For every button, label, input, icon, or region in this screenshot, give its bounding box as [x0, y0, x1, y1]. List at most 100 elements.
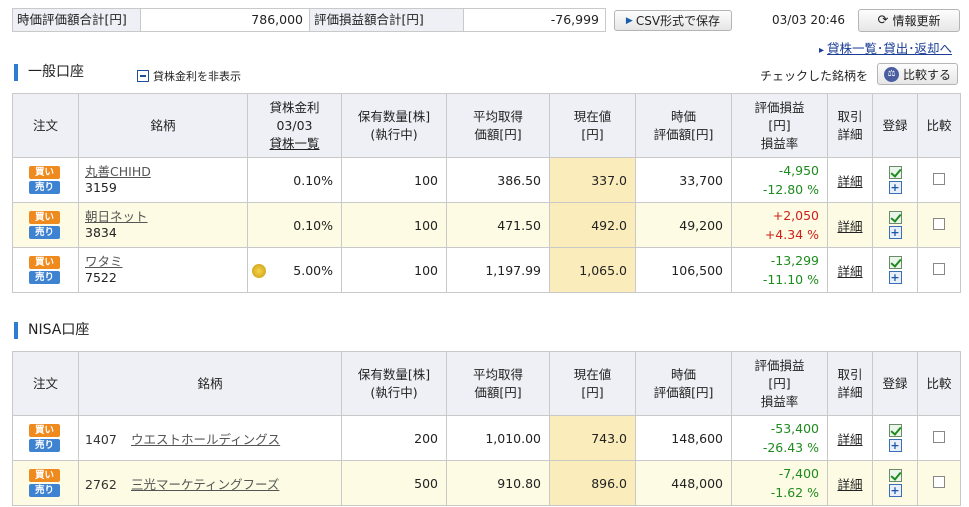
sell-button[interactable]: 売り	[29, 439, 60, 452]
table-row: 買い 売り 朝日ネット 3834 0.10% 100 471.50 492.0 …	[12, 202, 961, 248]
header-qty-line2: (執行中)	[370, 384, 418, 400]
registered-check-icon[interactable]	[888, 469, 902, 482]
header-pl-line3: 損益率	[760, 393, 799, 409]
pl-amount: -4,950	[778, 163, 819, 178]
detail-cell: 詳細	[827, 202, 873, 248]
table-row: 買い 売り 丸善CHIHD 3159 0.10% 100 386.50 337.…	[12, 157, 961, 203]
header-detail-line1: 取引	[837, 366, 863, 382]
stock-name-link[interactable]: 朝日ネット	[85, 209, 148, 224]
header-detail-line1: 取引	[837, 108, 863, 124]
pl-total-label: 評価損益額合計[円]	[310, 9, 464, 31]
order-cell: 買い 売り	[12, 247, 79, 293]
lend-list-link[interactable]: ▸ 貸株一覧･貸出･返却へ	[819, 38, 952, 57]
quantity: 100	[341, 202, 447, 248]
compare-checkbox[interactable]	[933, 430, 945, 443]
compare-checkbox[interactable]	[933, 172, 945, 185]
compare-button[interactable]: ⚖ 比較する	[877, 63, 958, 85]
detail-cell: 詳細	[827, 157, 873, 203]
header-price: 現在値 [円]	[549, 351, 636, 416]
header-lend-rate-title: 貸株金利	[269, 99, 320, 115]
refresh-button[interactable]: ⟳ 情報更新	[858, 9, 960, 32]
register-cell: +	[872, 202, 918, 248]
lend-rate: 0.10%	[247, 157, 342, 203]
avg-cost: 1,197.99	[446, 247, 550, 293]
header-avg-line1: 平均取得	[472, 366, 523, 382]
detail-link[interactable]: 詳細	[837, 174, 862, 189]
market-value: 786,000	[141, 9, 310, 31]
avg-cost: 1,010.00	[446, 415, 550, 461]
pl-cell: -53,400 -26.43 %	[731, 415, 828, 461]
detail-link[interactable]: 詳細	[837, 219, 862, 234]
detail-cell: 詳細	[827, 460, 873, 506]
sell-button[interactable]: 売り	[29, 271, 60, 284]
add-icon[interactable]: +	[888, 226, 902, 239]
header-pl: 評価損益 [円] 損益率	[731, 93, 828, 158]
stock-name-link[interactable]: ワタミ	[85, 254, 123, 269]
header-qty: 保有数量[株] (執行中)	[341, 351, 447, 416]
header-detail-line2: 詳細	[837, 384, 863, 400]
pl-amount: -53,400	[770, 421, 819, 436]
registered-check-icon[interactable]	[888, 211, 902, 224]
sell-button[interactable]: 売り	[29, 226, 60, 239]
general-account-title: 一般口座	[14, 64, 84, 81]
header-avg-line2: 価額[円]	[474, 126, 522, 142]
detail-link[interactable]: 詳細	[837, 264, 862, 279]
buy-button[interactable]: 買い	[29, 211, 60, 224]
register-cell: +	[872, 157, 918, 203]
header-detail-line2: 詳細	[837, 126, 863, 142]
header-name: 銘柄	[78, 93, 248, 158]
scale-icon: ⚖	[883, 66, 899, 82]
header-mv-line2: 評価額[円]	[653, 384, 714, 400]
header-pl-line1: 評価損益	[754, 99, 805, 115]
sell-button[interactable]: 売り	[29, 484, 60, 497]
stock-cell: ワタミ 7522	[78, 247, 248, 293]
add-icon[interactable]: +	[888, 439, 902, 452]
update-datetime: 03/03 20:46	[772, 13, 845, 27]
header-compare: 比較	[917, 93, 961, 158]
header-name: 銘柄	[78, 351, 342, 416]
header-mv-line1: 時価	[670, 108, 696, 124]
header-pl-line2: [円]	[768, 375, 791, 391]
lend-rate-toggle[interactable]: 貸株金利を非表示	[137, 68, 241, 84]
buy-button[interactable]: 買い	[29, 469, 60, 482]
stock-name-link[interactable]: 三光マーケティングフーズ	[131, 477, 279, 492]
order-cell: 買い 売り	[12, 202, 79, 248]
compare-checkbox[interactable]	[933, 262, 945, 275]
quantity: 100	[341, 157, 447, 203]
current-price: 743.0	[549, 415, 636, 461]
market-value-cell: 49,200	[635, 202, 732, 248]
stock-name-link[interactable]: ウエストホールディングス	[131, 432, 280, 447]
lend-list-header-link[interactable]: 貸株一覧	[248, 135, 341, 153]
registered-check-icon[interactable]	[888, 424, 902, 437]
compare-checkbox[interactable]	[933, 475, 945, 488]
header-detail: 取引 詳細	[827, 93, 873, 158]
csv-save-button[interactable]: ▶ CSV形式で保存	[614, 10, 732, 31]
detail-link[interactable]: 詳細	[837, 432, 862, 447]
sell-button[interactable]: 売り	[29, 181, 60, 194]
market-value-cell: 148,600	[635, 415, 732, 461]
general-holdings-table: 注文 銘柄 貸株金利 03/03 貸株一覧 保有数量[株] (執行中) 平均取得価…	[12, 93, 961, 293]
add-icon[interactable]: +	[888, 181, 902, 194]
add-icon[interactable]: +	[888, 484, 902, 497]
nisa-account-title: NISA口座	[14, 322, 89, 339]
registered-check-icon[interactable]	[888, 256, 902, 269]
table-header-row: 注文 銘柄 貸株金利 03/03 貸株一覧 保有数量[株] (執行中) 平均取得価…	[12, 93, 961, 158]
stock-name-link[interactable]: 丸善CHIHD	[85, 164, 151, 179]
header-price: 現在値 [円]	[549, 93, 636, 158]
table-row: 買い 売り ワタミ 7522 5.00% 100 1,197.99 1,065.…	[12, 247, 961, 293]
summary-bar: 時価評価額合計[円] 786,000 評価損益額合計[円] -76,999	[12, 8, 606, 32]
header-lend-rate: 貸株金利 03/03 貸株一覧	[247, 93, 342, 158]
register-cell: +	[872, 247, 918, 293]
add-icon[interactable]: +	[888, 271, 902, 284]
table-row: 買い 売り 1407 ウエストホールディングス 200 1,010.00 743.…	[12, 415, 961, 461]
buy-button[interactable]: 買い	[29, 424, 60, 437]
header-order: 注文	[12, 93, 79, 158]
compare-checkbox[interactable]	[933, 217, 945, 230]
buy-button[interactable]: 買い	[29, 166, 60, 179]
lend-rate: 0.10%	[247, 202, 342, 248]
triangle-right-icon: ▶	[625, 15, 633, 26]
registered-check-icon[interactable]	[888, 166, 902, 179]
buy-button[interactable]: 買い	[29, 256, 60, 269]
detail-link[interactable]: 詳細	[837, 477, 862, 492]
stock-code: 3159	[85, 180, 117, 195]
